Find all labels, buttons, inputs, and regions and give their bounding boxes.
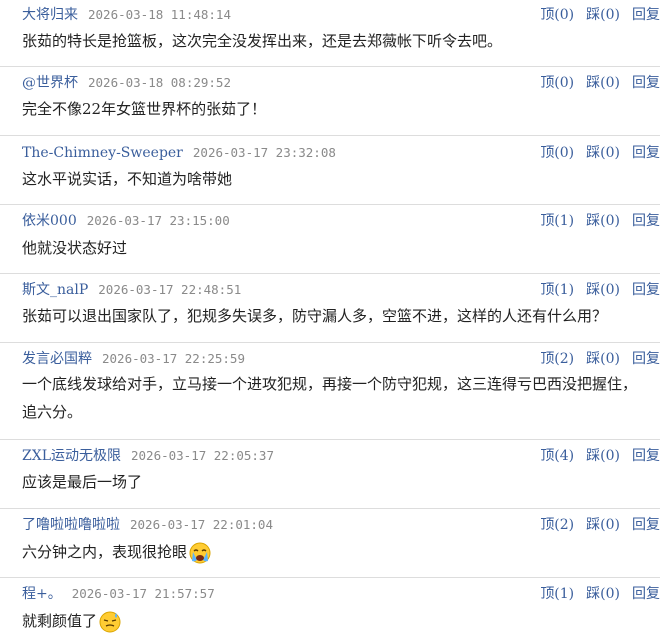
comment-text: 这水平说实话，不知道为啥带她 bbox=[22, 170, 233, 188]
comment-item: 大将归来 2026-03-18 11:48:14 顶(0) 踩(0) 回复 张茹的特长… bbox=[0, 0, 660, 67]
comment-meta: The-Chimney-Sweeper 2026-03-17 23:32:08 bbox=[22, 142, 336, 161]
comment-item: The-Chimney-Sweeper 2026-03-17 23:32:08 顶… bbox=[0, 136, 660, 205]
comment-text: 六分钟之内，表现很抢眼 bbox=[22, 538, 642, 566]
comment-text: 应该是最后一场了 bbox=[22, 473, 143, 491]
comment-meta: ZXL运动无极限 2026-03-17 22:05:37 bbox=[22, 445, 274, 465]
comment-username[interactable]: @世界杯 bbox=[22, 75, 78, 91]
reply-button[interactable]: 回复 bbox=[632, 75, 660, 91]
comment-meta: 依米000 2026-03-17 23:15:00 bbox=[22, 210, 230, 230]
reply-button[interactable]: 回复 bbox=[632, 517, 660, 533]
comment-username[interactable]: 发言必国粹 bbox=[22, 351, 92, 367]
comment-meta: 大将归来 2026-03-18 11:48:14 bbox=[22, 4, 231, 24]
upvote-button[interactable]: 顶(1) bbox=[540, 213, 574, 229]
comment-timestamp: 2026-03-18 08:29:52 bbox=[88, 75, 231, 90]
upvote-button[interactable]: 顶(0) bbox=[540, 75, 574, 91]
downvote-button[interactable]: 踩(0) bbox=[586, 75, 620, 91]
comment-actions: 顶(0) 踩(0) 回复 bbox=[540, 4, 660, 24]
downvote-button[interactable]: 踩(0) bbox=[586, 448, 620, 464]
downvote-button[interactable]: 踩(0) bbox=[586, 213, 620, 229]
comment-actions: 顶(2) 踩(0) 回复 bbox=[540, 514, 660, 534]
downvote-button[interactable]: 踩(0) bbox=[586, 586, 620, 602]
reply-button[interactable]: 回复 bbox=[632, 351, 660, 367]
comment-username[interactable]: 程+。 bbox=[22, 586, 62, 602]
upvote-button[interactable]: 顶(2) bbox=[540, 351, 574, 367]
comment-actions: 顶(0) 踩(0) 回复 bbox=[540, 142, 660, 162]
downvote-button[interactable]: 踩(0) bbox=[586, 517, 620, 533]
comment-meta: @世界杯 2026-03-18 08:29:52 bbox=[22, 72, 231, 92]
comment-actions: 顶(2) 踩(0) 回复 bbox=[540, 348, 660, 368]
reply-button[interactable]: 回复 bbox=[632, 145, 660, 161]
comment-text: 一个底线发球给对手，立马接一个进攻犯规，再接一个防守犯规，这三连得亏巴西没把握住… bbox=[22, 375, 638, 421]
upvote-button[interactable]: 顶(0) bbox=[540, 7, 574, 23]
downvote-button[interactable]: 踩(0) bbox=[586, 282, 620, 298]
crying-face-icon bbox=[189, 542, 211, 564]
downvote-button[interactable]: 踩(0) bbox=[586, 7, 620, 23]
comment-username[interactable]: ZXL运动无极限 bbox=[22, 448, 121, 464]
upvote-button[interactable]: 顶(1) bbox=[540, 282, 574, 298]
comment-item: 斯文_nalP 2026-03-17 22:48:51 顶(1) 踩(0) 回复 张茹… bbox=[0, 274, 660, 343]
comment-username[interactable]: 斯文_nalP bbox=[22, 282, 88, 298]
downvote-button[interactable]: 踩(0) bbox=[586, 351, 620, 367]
comment-timestamp: 2026-03-17 21:57:57 bbox=[71, 586, 215, 601]
comment-timestamp: 2026-03-17 22:01:04 bbox=[130, 517, 273, 532]
comment-actions: 顶(1) 踩(0) 回复 bbox=[540, 210, 660, 230]
comment-meta: 发言必国粹 2026-03-17 22:25:59 bbox=[22, 348, 245, 368]
comment-meta: 程+。 2026-03-17 21:57:57 bbox=[22, 583, 215, 603]
upvote-button[interactable]: 顶(1) bbox=[540, 586, 574, 602]
comment-item: @世界杯 2026-03-18 08:29:52 顶(0) 踩(0) 回复 完全不像2… bbox=[0, 67, 660, 136]
comment-text: 就剩颜值了 bbox=[22, 607, 642, 635]
reply-button[interactable]: 回复 bbox=[632, 448, 660, 464]
comment-timestamp: 2026-03-17 23:32:08 bbox=[192, 145, 336, 160]
comment-text-content: 就剩颜值了 bbox=[22, 612, 98, 630]
comment-text: 张茹可以退出国家队了，犯规多失误多，防守漏人多，空篮不进，这样的人还有什么用？ bbox=[22, 307, 608, 325]
comment-username[interactable]: 大将归来 bbox=[22, 7, 78, 23]
comment-item: 程+。 2026-03-17 21:57:57 顶(1) 踩(0) 回复 就剩颜值了 bbox=[0, 578, 660, 640]
upvote-button[interactable]: 顶(4) bbox=[540, 448, 574, 464]
comment-item: 发言必国粹 2026-03-17 22:25:59 顶(2) 踩(0) 回复 一个底线… bbox=[0, 343, 660, 440]
comment-username[interactable]: The-Chimney-Sweeper bbox=[22, 145, 183, 161]
comment-timestamp: 2026-03-17 23:15:00 bbox=[86, 213, 230, 228]
sweat-face-icon bbox=[99, 611, 121, 633]
reply-button[interactable]: 回复 bbox=[632, 586, 660, 602]
comment-timestamp: 2026-03-18 11:48:14 bbox=[88, 7, 231, 22]
reply-button[interactable]: 回复 bbox=[632, 282, 660, 298]
comment-item: ZXL运动无极限 2026-03-17 22:05:37 顶(4) 踩(0) 回复 应… bbox=[0, 440, 660, 509]
comment-actions: 顶(4) 踩(0) 回复 bbox=[540, 445, 660, 465]
comment-timestamp: 2026-03-17 22:05:37 bbox=[131, 448, 274, 463]
comment-item: 依米000 2026-03-17 23:15:00 顶(1) 踩(0) 回复 他就没状… bbox=[0, 205, 660, 274]
comment-text: 他就没状态好过 bbox=[22, 239, 128, 257]
comment-meta: 斯文_nalP 2026-03-17 22:48:51 bbox=[22, 279, 241, 299]
comment-text-content: 六分钟之内，表现很抢眼 bbox=[22, 543, 188, 561]
comment-meta: 了噜啦啦噜啦啦 2026-03-17 22:01:04 bbox=[22, 514, 273, 534]
comment-actions: 顶(1) 踩(0) 回复 bbox=[540, 279, 660, 299]
comment-list: 大将归来 2026-03-18 11:48:14 顶(0) 踩(0) 回复 张茹的特长… bbox=[0, 0, 660, 640]
comment-username[interactable]: 依米000 bbox=[22, 213, 77, 229]
comment-timestamp: 2026-03-17 22:48:51 bbox=[98, 282, 242, 297]
upvote-button[interactable]: 顶(2) bbox=[540, 517, 574, 533]
comment-timestamp: 2026-03-17 22:25:59 bbox=[102, 351, 245, 366]
comment-username[interactable]: 了噜啦啦噜啦啦 bbox=[22, 517, 120, 533]
comment-actions: 顶(1) 踩(0) 回复 bbox=[540, 583, 660, 603]
reply-button[interactable]: 回复 bbox=[632, 7, 660, 23]
comment-text: 张茹的特长是抢篮板，这次完全没发挥出来，还是去郑薇帐下听令去吧。 bbox=[22, 32, 503, 50]
comment-text: 完全不像22年女篮世界杯的张茹了！ bbox=[22, 100, 267, 118]
upvote-button[interactable]: 顶(0) bbox=[540, 145, 574, 161]
downvote-button[interactable]: 踩(0) bbox=[586, 145, 620, 161]
comment-actions: 顶(0) 踩(0) 回复 bbox=[540, 72, 660, 92]
comment-item: 了噜啦啦噜啦啦 2026-03-17 22:01:04 顶(2) 踩(0) 回复 六分… bbox=[0, 509, 660, 578]
reply-button[interactable]: 回复 bbox=[632, 213, 660, 229]
